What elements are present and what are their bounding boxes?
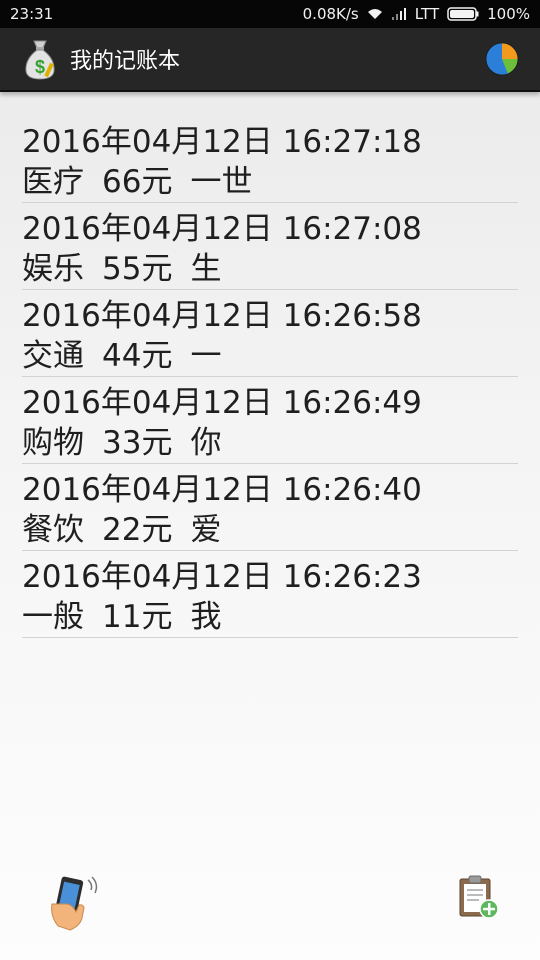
record-datetime: 2016年04月12日 16:26:23 xyxy=(22,559,422,595)
record-category: 购物 xyxy=(22,425,84,461)
action-bar: $ 我的记账本 xyxy=(0,28,540,92)
status-bar: 23:31 0.08K/s LTT 100% xyxy=(0,0,540,28)
record-amount: 55元 xyxy=(102,251,173,287)
record-note: 我 xyxy=(190,599,222,635)
list-item[interactable]: 2016年04月12日 16:26:23 一般 11元我 xyxy=(22,551,518,638)
record-amount: 33元 xyxy=(102,425,173,461)
record-note: 爱 xyxy=(190,512,222,548)
phone-shake-icon[interactable] xyxy=(46,874,100,932)
battery-percent: 100% xyxy=(487,5,530,23)
status-indicators: 0.08K/s LTT 100% xyxy=(303,5,530,23)
record-datetime: 2016年04月12日 16:27:18 xyxy=(22,124,422,160)
network-speed: 0.08K/s xyxy=(302,5,359,23)
record-detail: 一般 11元我 xyxy=(22,597,518,637)
record-amount: 11元 xyxy=(102,599,173,635)
list-item[interactable]: 2016年04月12日 16:27:08 娱乐 55元生 xyxy=(22,203,518,290)
battery-icon xyxy=(447,7,479,21)
record-detail: 购物 33元你 xyxy=(22,423,518,463)
signal-icon xyxy=(391,8,406,20)
record-note: 你 xyxy=(190,425,222,461)
list-item[interactable]: 2016年04月12日 16:26:49 购物 33元你 xyxy=(22,377,518,464)
carrier-label: LTT xyxy=(414,5,440,23)
list-item[interactable]: 2016年04月12日 16:26:58 交通 44元一 xyxy=(22,290,518,377)
record-category: 一般 xyxy=(22,599,84,635)
record-category: 医疗 xyxy=(22,164,84,200)
wifi-icon xyxy=(367,9,382,19)
record-datetime: 2016年04月12日 16:26:40 xyxy=(22,472,422,508)
clipboard-add-icon[interactable] xyxy=(456,874,500,920)
record-amount: 22元 xyxy=(102,512,173,548)
record-detail: 交通 44元一 xyxy=(22,336,518,376)
list-item[interactable]: 2016年04月12日 16:27:18 医疗 66元 一世 xyxy=(22,116,518,203)
list-item[interactable]: 2016年04月12日 16:26:40 餐饮 22元爱 xyxy=(22,464,518,551)
record-note: 一世 xyxy=(190,164,253,200)
record-datetime: 2016年04月12日 16:27:08 xyxy=(22,211,422,247)
record-category: 娱乐 xyxy=(22,251,84,287)
record-amount: 66元 xyxy=(102,164,173,200)
record-detail: 餐饮 22元爱 xyxy=(22,510,518,550)
record-note: 一 xyxy=(190,338,222,374)
record-list: 2016年04月12日 16:27:18 医疗 66元 一世 2016年04月12日… xyxy=(22,116,518,638)
record-note: 生 xyxy=(190,251,222,287)
record-amount: 44元 xyxy=(102,338,173,374)
svg-text:$: $ xyxy=(35,57,45,77)
record-detail: 娱乐 55元生 xyxy=(22,249,518,289)
app-title: 我的记账本 xyxy=(70,49,181,74)
record-category: 交通 xyxy=(22,338,84,374)
record-detail: 医疗 66元 一世 xyxy=(22,162,518,202)
status-time: 23:31 xyxy=(10,5,54,23)
record-datetime: 2016年04月12日 16:26:49 xyxy=(22,385,422,421)
record-category: 餐饮 xyxy=(22,512,84,548)
money-bag-icon: $ xyxy=(25,40,55,80)
record-datetime: 2016年04月12日 16:26:58 xyxy=(22,298,422,334)
pie-chart-icon[interactable] xyxy=(484,41,520,77)
